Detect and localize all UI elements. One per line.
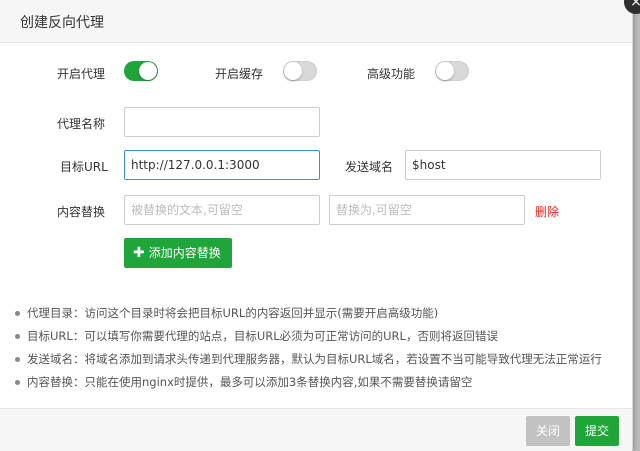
submit-button[interactable]: 提交 [575,416,620,446]
help-notes: 代理目录：访问这个目录时将会把目标URL的内容返回并显示(需要开启高级功能) 目… [15,306,602,398]
delete-replace-link[interactable]: 删除 [535,203,559,220]
note-proxy-directory: 代理目录：访问这个目录时将会把目标URL的内容返回并显示(需要开启高级功能) [15,306,602,329]
content-replace-label: 内容替换 [57,205,106,219]
send-domain-label: 发送域名 [345,160,394,174]
enable-proxy-label: 开启代理 [57,67,106,81]
proxy-name-input[interactable] [124,107,320,137]
dialog-title: 创建反向代理 [20,15,104,31]
toggle-knob [139,62,157,80]
toggle-knob [436,62,454,80]
proxy-name-label: 代理名称 [57,117,106,131]
plus-icon: ✚ [133,245,145,261]
advanced-features-label: 高级功能 [367,67,416,81]
enable-cache-toggle[interactable] [283,61,317,81]
target-url-label: 目标URL [60,160,108,174]
enable-proxy-toggle[interactable] [124,61,158,81]
send-domain-input[interactable] [405,150,601,180]
note-content-replace: 内容替换：只能在使用nginx时提供，最多可以添加3条替换内容,如果不需要替换请… [15,375,602,398]
close-button[interactable]: 关闭 [526,416,571,446]
dialog-titlebar: 创建反向代理 [0,0,632,43]
toggle-knob [284,62,302,80]
note-send-domain: 发送域名：将域名添加到请求头传递到代理服务器，默认为目标URL域名，若设置不当可… [15,352,602,375]
replace-from-input[interactable] [124,195,320,225]
add-content-replace-button[interactable]: ✚ 添加内容替换 [124,238,232,268]
replace-to-input[interactable] [329,195,525,225]
enable-cache-label: 开启缓存 [215,67,264,81]
reverse-proxy-dialog: 创建反向代理 开启代理 开启缓存 高级功能 代理名称 目标URL 发送域名 内容… [0,0,633,451]
note-target-url: 目标URL：可以填写你需要代理的站点，目标URL必须为可正常访问的URL，否则将… [15,329,602,352]
add-content-replace-label: 添加内容替换 [148,246,221,260]
target-url-input[interactable] [124,150,320,180]
advanced-features-toggle[interactable] [435,61,469,81]
